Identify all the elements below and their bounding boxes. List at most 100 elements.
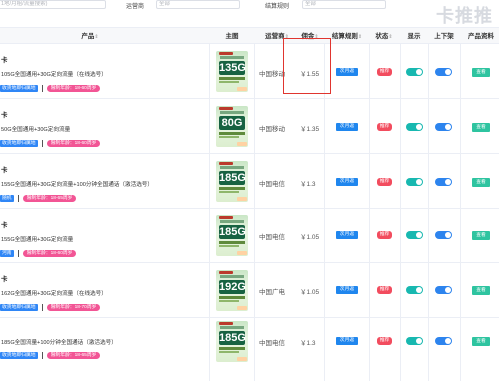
product-desc: 105G全国通用+30G定向流量（在线选号） [1, 72, 107, 78]
tag-separator [17, 250, 19, 257]
view-button[interactable]: 查看 [472, 337, 490, 346]
cell-divider [460, 209, 461, 262]
cell-divider [460, 154, 461, 208]
view-button[interactable]: 查看 [472, 123, 490, 132]
region-tag: 收货地即归属地 [0, 352, 38, 359]
age-tag: 限制年龄：18-60周岁 [46, 140, 101, 147]
operator-value: 中国移动 [259, 126, 285, 133]
view-button[interactable]: 查看 [472, 286, 490, 295]
product-thumbnail[interactable]: 185G [216, 321, 248, 362]
region-tag: 随机 [0, 195, 14, 202]
settle-badge: 次月返 [336, 68, 358, 76]
commission-value: ￥1.35 [300, 126, 320, 133]
table-row: 卡 105G全国通用+30G定向流量（在线选号） 收货地即归属地 限制年龄：18-… [0, 44, 499, 99]
table-row: 卡 155G全国通用+30G定向流量 河南 限制年龄：18-60周岁 185G 中… [0, 209, 499, 263]
cell-divider [324, 318, 325, 381]
cell-divider [428, 99, 429, 153]
listing-toggle[interactable] [435, 231, 452, 239]
status-badge: 推荐 [377, 68, 392, 76]
operator-value: 中国电信 [259, 181, 285, 188]
cell-divider [254, 318, 255, 381]
product-thumbnail[interactable]: 185G [216, 215, 248, 256]
sort-icon[interactable]: ⇕ [358, 34, 362, 40]
listing-toggle[interactable] [435, 337, 452, 345]
cell-divider [428, 154, 429, 208]
listing-toggle[interactable] [435, 123, 452, 131]
cell-divider [254, 154, 255, 208]
sort-icon[interactable]: ⇕ [94, 34, 98, 40]
region-tag: 收货地即归属地 [0, 85, 38, 92]
col-show: 显示 [407, 33, 421, 40]
thumbnail-data-label: 185G [219, 225, 246, 239]
product-tags: 河南 限制年龄：18-60周岁 [0, 250, 77, 258]
tag-separator [41, 304, 43, 311]
view-button[interactable]: 查看 [472, 68, 490, 77]
status-badge: 推荐 [377, 178, 392, 186]
cell-divider [400, 154, 401, 208]
table-row: 卡 162G全国通用+30G定向流量（在线选号） 收货地即归属地 限制年龄：18-… [0, 263, 499, 318]
view-button[interactable]: 查看 [472, 178, 490, 187]
col-settle-label: 结算规则 [331, 33, 358, 40]
cell-divider [400, 209, 401, 262]
settle-badge: 次月返 [336, 286, 358, 294]
status-badge: 推荐 [377, 231, 392, 239]
product-thumbnail[interactable]: 80G [216, 106, 248, 147]
col-product[interactable]: 产品⇕ [60, 28, 120, 45]
col-operator-label: 运营商 [265, 33, 285, 40]
cell-divider [428, 44, 429, 98]
product-name[interactable]: 卡 [1, 109, 8, 119]
product-name[interactable]: 卡 [1, 219, 8, 229]
operator-filter-label: 运营商 [126, 4, 145, 10]
thumbnail-data-label: 80G [219, 116, 245, 130]
show-toggle[interactable] [406, 178, 423, 186]
show-toggle[interactable] [406, 123, 423, 131]
operator-value: 中国电信 [259, 340, 285, 347]
tag-separator [17, 195, 19, 202]
listing-toggle[interactable] [435, 68, 452, 76]
settle-select[interactable]: 全部 [302, 0, 386, 9]
search-input[interactable]: 1地/月租/流量搜索) [0, 0, 106, 9]
product-name[interactable]: 卡 [1, 273, 8, 283]
show-toggle[interactable] [406, 286, 423, 294]
product-thumbnail[interactable]: 135G [216, 51, 248, 92]
show-toggle[interactable] [406, 68, 423, 76]
col-settle[interactable]: 结算规则⇕ [328, 28, 366, 45]
table-row: 卡 155G全国通用+30G定向流量+100分钟全国通话（激活选号） 随机 限制年… [0, 154, 499, 209]
age-tag: 限制年龄：18-65周岁 [46, 352, 101, 359]
commission-value: ￥1.3 [300, 181, 316, 188]
cell-divider [369, 99, 370, 153]
table-header: 产品⇕ 主图 运营商⇕ 佣金⇕ 结算规则⇕ 状态⇕ 显示 上下架 产品资料 [0, 27, 499, 44]
listing-toggle[interactable] [435, 178, 452, 186]
cell-divider [460, 44, 461, 98]
settle-badge: 次月返 [336, 231, 358, 239]
operator-value: 中国广电 [259, 289, 285, 296]
cell-divider [428, 318, 429, 381]
product-tags: 收货地即归属地 限制年龄：18-70周岁 [0, 304, 101, 312]
product-name[interactable]: 卡 [1, 164, 8, 174]
table-row: 卡 50G全国通用+30G定向流量 收货地即归属地 限制年龄：18-60周岁 80… [0, 99, 499, 154]
cell-divider [400, 99, 401, 153]
tag-separator [41, 140, 43, 147]
col-status[interactable]: 状态⇕ [372, 28, 396, 45]
cell-divider [460, 99, 461, 153]
product-desc: 162G全国通用+30G定向流量（在线选号） [1, 291, 107, 297]
product-name[interactable]: 卡 [1, 54, 8, 64]
age-tag: 限制年龄：18-70周岁 [46, 304, 101, 311]
cell-divider [254, 263, 255, 317]
thumbnail-data-label: 185G [219, 331, 246, 345]
operator-select[interactable]: 全部 [156, 0, 240, 9]
commission-value: ￥1.3 [300, 340, 316, 347]
sort-icon[interactable]: ⇕ [388, 34, 392, 40]
product-thumbnail[interactable]: 185G [216, 161, 248, 202]
col-info: 产品资料 [468, 33, 494, 40]
cell-divider [209, 44, 210, 98]
view-button[interactable]: 查看 [472, 231, 490, 240]
show-toggle[interactable] [406, 231, 423, 239]
col-status-label: 状态 [375, 33, 389, 40]
show-toggle[interactable] [406, 337, 423, 345]
col-image: 主图 [225, 33, 239, 40]
operator-value: 中国电信 [259, 234, 285, 241]
settle-filter-label: 结算规则 [265, 4, 290, 10]
listing-toggle[interactable] [435, 286, 452, 294]
product-thumbnail[interactable]: 192G [216, 270, 248, 311]
